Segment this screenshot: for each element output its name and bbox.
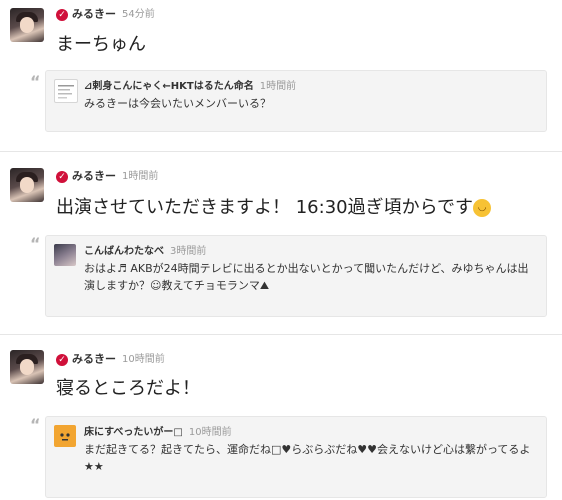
avatar[interactable]: [10, 168, 44, 202]
verified-check-icon: ✓: [56, 8, 68, 21]
quote-icon: “: [30, 234, 41, 253]
reply-author[interactable]: 床にすべったいがー□: [84, 427, 183, 438]
post: ✓ みるきー 54分前 まーちゅん “ ⊿剌身こんにゃく←HKTはるたん命名 1時間前…: [0, 0, 562, 150]
verified-check-icon: ✓: [56, 353, 68, 366]
reply-card[interactable]: こんばんわたなべ 3時間前 おはよ♬ AKBが24時間テレビに出るとか出ないとかっ…: [45, 235, 547, 317]
reply-timestamp[interactable]: 1時間前: [260, 81, 296, 92]
reply-card[interactable]: 床にすべったいがー□ 10時間前 まだ起きてる？起きてたら、運命だね□♥らぶらぶだ…: [45, 416, 547, 498]
avatar[interactable]: [10, 350, 44, 384]
post: ✓ みるきー 10時間前 寝るところだよ！ “ 床にすべったいがー□ 10時間前 まだ…: [0, 342, 562, 500]
post-header: ✓ みるきー 1時間前: [56, 168, 158, 184]
post-text: まーちゅん: [56, 34, 146, 55]
reply-avatar[interactable]: [54, 244, 76, 266]
divider: [0, 151, 562, 152]
reply-header: ⊿剌身こんにゃく←HKTはるたん命名 1時間前: [84, 77, 296, 92]
post-text: 寝るところだよ！: [56, 378, 200, 399]
reply-header: 床にすべったいがー□ 10時間前: [84, 423, 232, 438]
reply-author[interactable]: こんばんわたなべ: [84, 246, 164, 257]
reply-avatar[interactable]: [54, 79, 78, 103]
author-name[interactable]: みるきー: [72, 8, 116, 21]
smiling-face-emoji-icon: ◡: [473, 199, 492, 217]
post-header: ✓ みるきー 54分前: [56, 6, 155, 22]
post-text: 出演させていただきますよ！ 16:30過ぎ頃からです ◡: [56, 193, 492, 219]
author-name[interactable]: みるきー: [72, 170, 116, 183]
post-text-content: 出演させていただきますよ！ 16:30過ぎ頃からです: [56, 197, 474, 218]
reply-timestamp[interactable]: 10時間前: [189, 427, 232, 438]
quote-icon: “: [30, 415, 41, 434]
author-name[interactable]: みるきー: [72, 353, 116, 366]
verified-check-icon: ✓: [56, 170, 68, 183]
divider: [0, 334, 562, 335]
avatar[interactable]: [10, 8, 44, 42]
reply-avatar[interactable]: [54, 425, 76, 447]
post-header: ✓ みるきー 10時間前: [56, 351, 165, 367]
reply-card[interactable]: ⊿剌身こんにゃく←HKTはるたん命名 1時間前 みるきーは今会いたいメンバーいる？: [45, 70, 547, 132]
reply-text: みるきーは今会いたいメンバーいる？: [84, 97, 271, 110]
reply-text: まだ起きてる？起きてたら、運命だね□♥らぶらぶだね♥♥会えないけど心は繋がってる…: [84, 443, 531, 473]
timestamp[interactable]: 10時間前: [122, 354, 165, 365]
reply-text: おはよ♬ AKBが24時間テレビに出るとか出ないとかって聞いたんだけど、みゆちゃ…: [84, 262, 529, 292]
timestamp[interactable]: 1時間前: [122, 171, 158, 182]
reply-author[interactable]: ⊿剌身こんにゃく←HKTはるたん命名: [84, 81, 254, 92]
post: ✓ みるきー 1時間前 出演させていただきますよ！ 16:30過ぎ頃からです ◡ “ …: [0, 160, 562, 330]
timestamp[interactable]: 54分前: [122, 9, 155, 20]
reply-header: こんばんわたなべ 3時間前: [84, 242, 206, 257]
quote-icon: “: [30, 72, 41, 91]
reply-timestamp[interactable]: 3時間前: [170, 246, 206, 257]
